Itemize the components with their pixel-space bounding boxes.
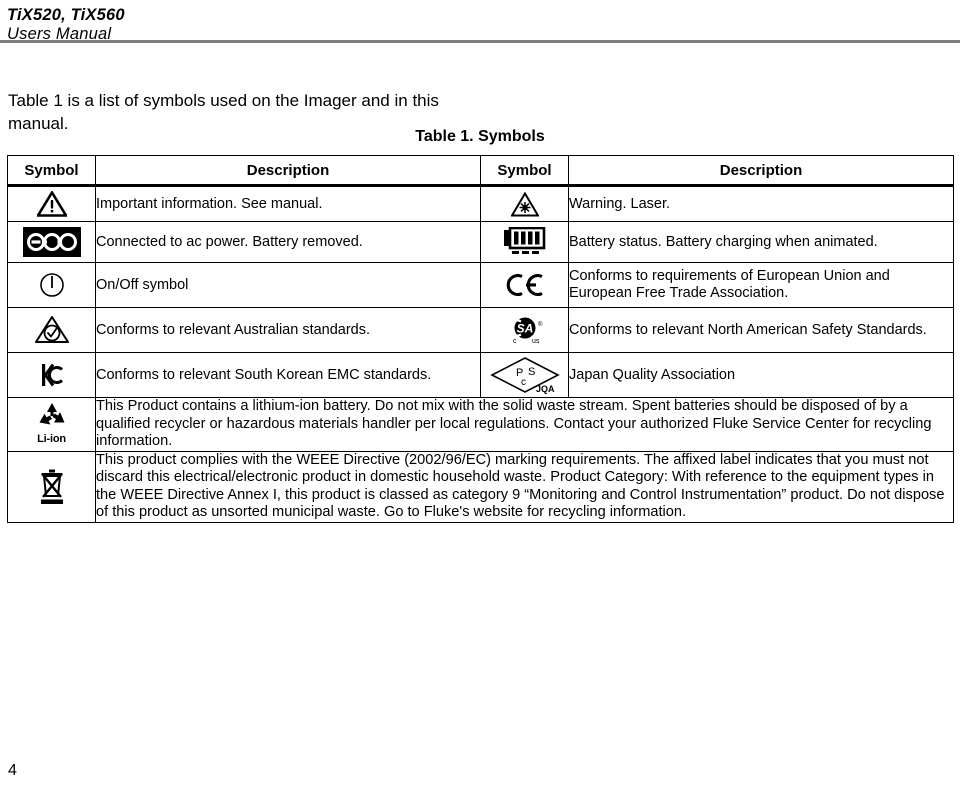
li-ion-recycle-icon: Li-ion	[36, 401, 68, 445]
svg-text:us: us	[532, 338, 540, 345]
symbol-cell: SA ® c us	[480, 307, 569, 353]
description-cell: Conforms to relevant South Korean EMC st…	[95, 352, 481, 398]
page-header: TiX520, TiX560 Users Manual	[7, 6, 953, 44]
table-row: Conforms to relevant Australian standard…	[7, 307, 954, 353]
symbol-cell	[480, 262, 569, 308]
full-width-description-cell: This product complies with the WEEE Dire…	[95, 450, 954, 523]
table-row: Conforms to relevant South Korean EMC st…	[7, 352, 954, 398]
svg-text:JQA: JQA	[536, 384, 555, 394]
on-off-symbol-icon	[39, 272, 65, 298]
table-caption: Table 1. Symbols	[415, 128, 545, 145]
battery-status-icon	[503, 226, 547, 257]
table-row: Important information. See manual. Warni…	[7, 185, 954, 222]
description-cell: Conforms to relevant North American Safe…	[568, 307, 954, 353]
manual-model-title: TiX520, TiX560	[7, 6, 125, 24]
weee-crossed-bin-icon	[35, 466, 69, 508]
description-cell: On/Off symbol	[95, 262, 481, 308]
table-row-full: Li-ion This Product contains a lithium-i…	[7, 397, 954, 452]
page-number: 4	[8, 762, 17, 779]
description-cell: Conforms to requirements of European Uni…	[568, 262, 954, 308]
description-cell: Conforms to relevant Australian standard…	[95, 307, 481, 353]
column-header-description-left: Description	[95, 155, 481, 187]
ce-mark-icon	[504, 272, 546, 298]
laser-warning-icon	[509, 191, 540, 217]
symbol-cell	[7, 221, 96, 263]
rcm-australia-icon	[33, 314, 71, 346]
svg-text:SA: SA	[516, 322, 533, 336]
ac-power-connected-icon	[22, 227, 81, 257]
symbol-cell	[7, 262, 96, 308]
description-cell: Warning. Laser.	[568, 185, 954, 222]
li-ion-label: Li-ion	[37, 433, 66, 446]
symbols-table: Symbol Description Symbol Description Im…	[7, 155, 954, 523]
description-cell: Battery status. Battery charging when an…	[568, 221, 954, 263]
symbol-cell	[7, 307, 96, 353]
kc-korea-icon	[38, 360, 66, 390]
symbol-cell	[480, 185, 569, 222]
description-cell: Japan Quality Association	[568, 352, 954, 398]
table-header-row: Symbol Description Symbol Description	[7, 155, 954, 187]
symbol-cell	[480, 221, 569, 263]
column-header-symbol-right: Symbol	[480, 155, 569, 187]
symbol-cell	[7, 185, 96, 222]
description-cell: Important information. See manual.	[95, 185, 481, 222]
csa-mark-icon: SA ® c us	[503, 314, 547, 346]
symbol-cell: Li-ion	[7, 397, 96, 452]
column-header-description-right: Description	[568, 155, 954, 187]
svg-text:c: c	[513, 338, 517, 345]
svg-text:S: S	[528, 366, 535, 378]
psc-jqa-icon: P S c JQA	[486, 355, 564, 395]
warning-triangle-icon	[35, 189, 68, 217]
full-width-description-cell: This Product contains a lithium-ion batt…	[95, 397, 954, 452]
header-divider-rule	[0, 40, 960, 43]
svg-text:c: c	[521, 377, 526, 388]
table-row: Connected to ac power. Battery removed.	[7, 221, 954, 263]
symbol-cell	[7, 450, 96, 523]
symbol-cell	[7, 352, 96, 398]
description-cell: Connected to ac power. Battery removed.	[95, 221, 481, 263]
column-header-symbol-left: Symbol	[7, 155, 96, 187]
svg-text:®: ®	[538, 321, 543, 328]
symbol-cell: P S c JQA	[480, 352, 569, 398]
table-row-full: This product complies with the WEEE Dire…	[7, 450, 954, 523]
table-row: On/Off symbol Conforms to requirements o…	[7, 262, 954, 308]
